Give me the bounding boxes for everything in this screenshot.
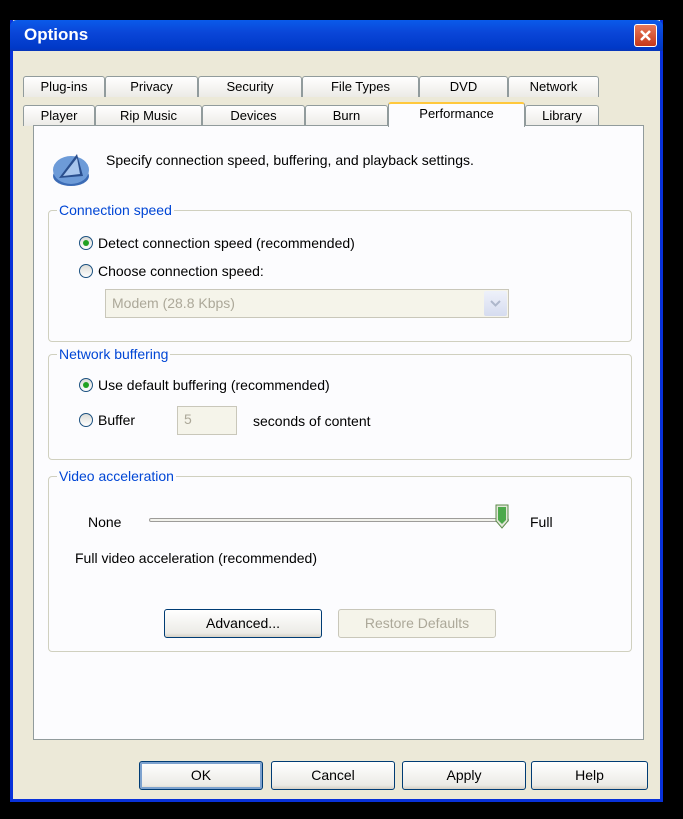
window-title: Options: [24, 25, 89, 44]
tab-library[interactable]: Library: [525, 105, 599, 126]
performance-icon: [53, 154, 89, 186]
acceleration-slider-thumb[interactable]: [495, 504, 509, 530]
acceleration-status: Full video acceleration (recommended): [75, 550, 317, 566]
buffer-radio[interactable]: [79, 413, 93, 427]
help-button[interactable]: Help: [531, 761, 648, 790]
dropdown-button[interactable]: [484, 291, 507, 316]
tab-devices[interactable]: Devices: [202, 105, 305, 126]
default-buffering-radio[interactable]: [79, 378, 93, 392]
acceleration-slider-track[interactable]: [149, 518, 509, 522]
tab-player[interactable]: Player: [23, 105, 95, 126]
apply-button[interactable]: Apply: [402, 761, 526, 790]
choose-speed-label: Choose connection speed:: [98, 263, 264, 279]
default-buffering-option[interactable]: Use default buffering (recommended): [79, 377, 330, 393]
options-dialog: Options Plug-ins Privacy Security File T…: [10, 20, 663, 802]
performance-panel: Specify connection speed, buffering, and…: [33, 125, 644, 740]
tab-network[interactable]: Network: [508, 76, 599, 97]
close-icon: [640, 30, 651, 41]
slider-max-label: Full: [530, 514, 553, 530]
default-buffering-label: Use default buffering (recommended): [98, 377, 330, 393]
tab-privacy[interactable]: Privacy: [105, 76, 198, 97]
video-acceleration-legend: Video acceleration: [57, 468, 176, 484]
detect-speed-label: Detect connection speed (recommended): [98, 235, 355, 251]
advanced-button[interactable]: Advanced...: [164, 609, 322, 638]
video-acceleration-group: Video acceleration None Full Full video …: [48, 468, 632, 652]
tab-file-types[interactable]: File Types: [302, 76, 419, 97]
buffer-suffix-label: seconds of content: [253, 413, 371, 429]
choose-speed-option[interactable]: Choose connection speed:: [79, 263, 264, 279]
tab-rip-music[interactable]: Rip Music: [95, 105, 202, 126]
detect-speed-radio[interactable]: [79, 236, 93, 250]
detect-speed-option[interactable]: Detect connection speed (recommended): [79, 235, 355, 251]
connection-speed-select[interactable]: Modem (28.8 Kbps): [105, 289, 509, 318]
connection-speed-legend: Connection speed: [57, 202, 174, 218]
slider-min-label: None: [88, 514, 122, 530]
network-buffering-group: Network buffering Use default buffering …: [48, 346, 632, 460]
tab-performance[interactable]: Performance: [388, 102, 525, 127]
title-bar[interactable]: Options: [10, 20, 663, 51]
tab-security[interactable]: Security: [198, 76, 302, 97]
buffer-option[interactable]: Buffer: [79, 412, 135, 428]
network-buffering-legend: Network buffering: [57, 346, 171, 362]
choose-speed-radio[interactable]: [79, 264, 93, 278]
connection-speed-group: Connection speed Detect connection speed…: [48, 202, 632, 342]
chevron-down-icon: [490, 300, 501, 307]
buffer-label: Buffer: [98, 412, 136, 428]
close-button[interactable]: [634, 24, 657, 47]
cancel-button[interactable]: Cancel: [271, 761, 395, 790]
buffer-seconds-input[interactable]: 5: [177, 406, 237, 435]
tab-plug-ins[interactable]: Plug-ins: [23, 76, 105, 97]
header-description: Specify connection speed, buffering, and…: [106, 152, 474, 168]
ok-button[interactable]: OK: [139, 761, 263, 790]
tab-burn[interactable]: Burn: [305, 105, 388, 126]
connection-speed-value: Modem (28.8 Kbps): [112, 295, 235, 311]
tab-dvd[interactable]: DVD: [419, 76, 508, 97]
restore-defaults-button[interactable]: Restore Defaults: [338, 609, 496, 638]
